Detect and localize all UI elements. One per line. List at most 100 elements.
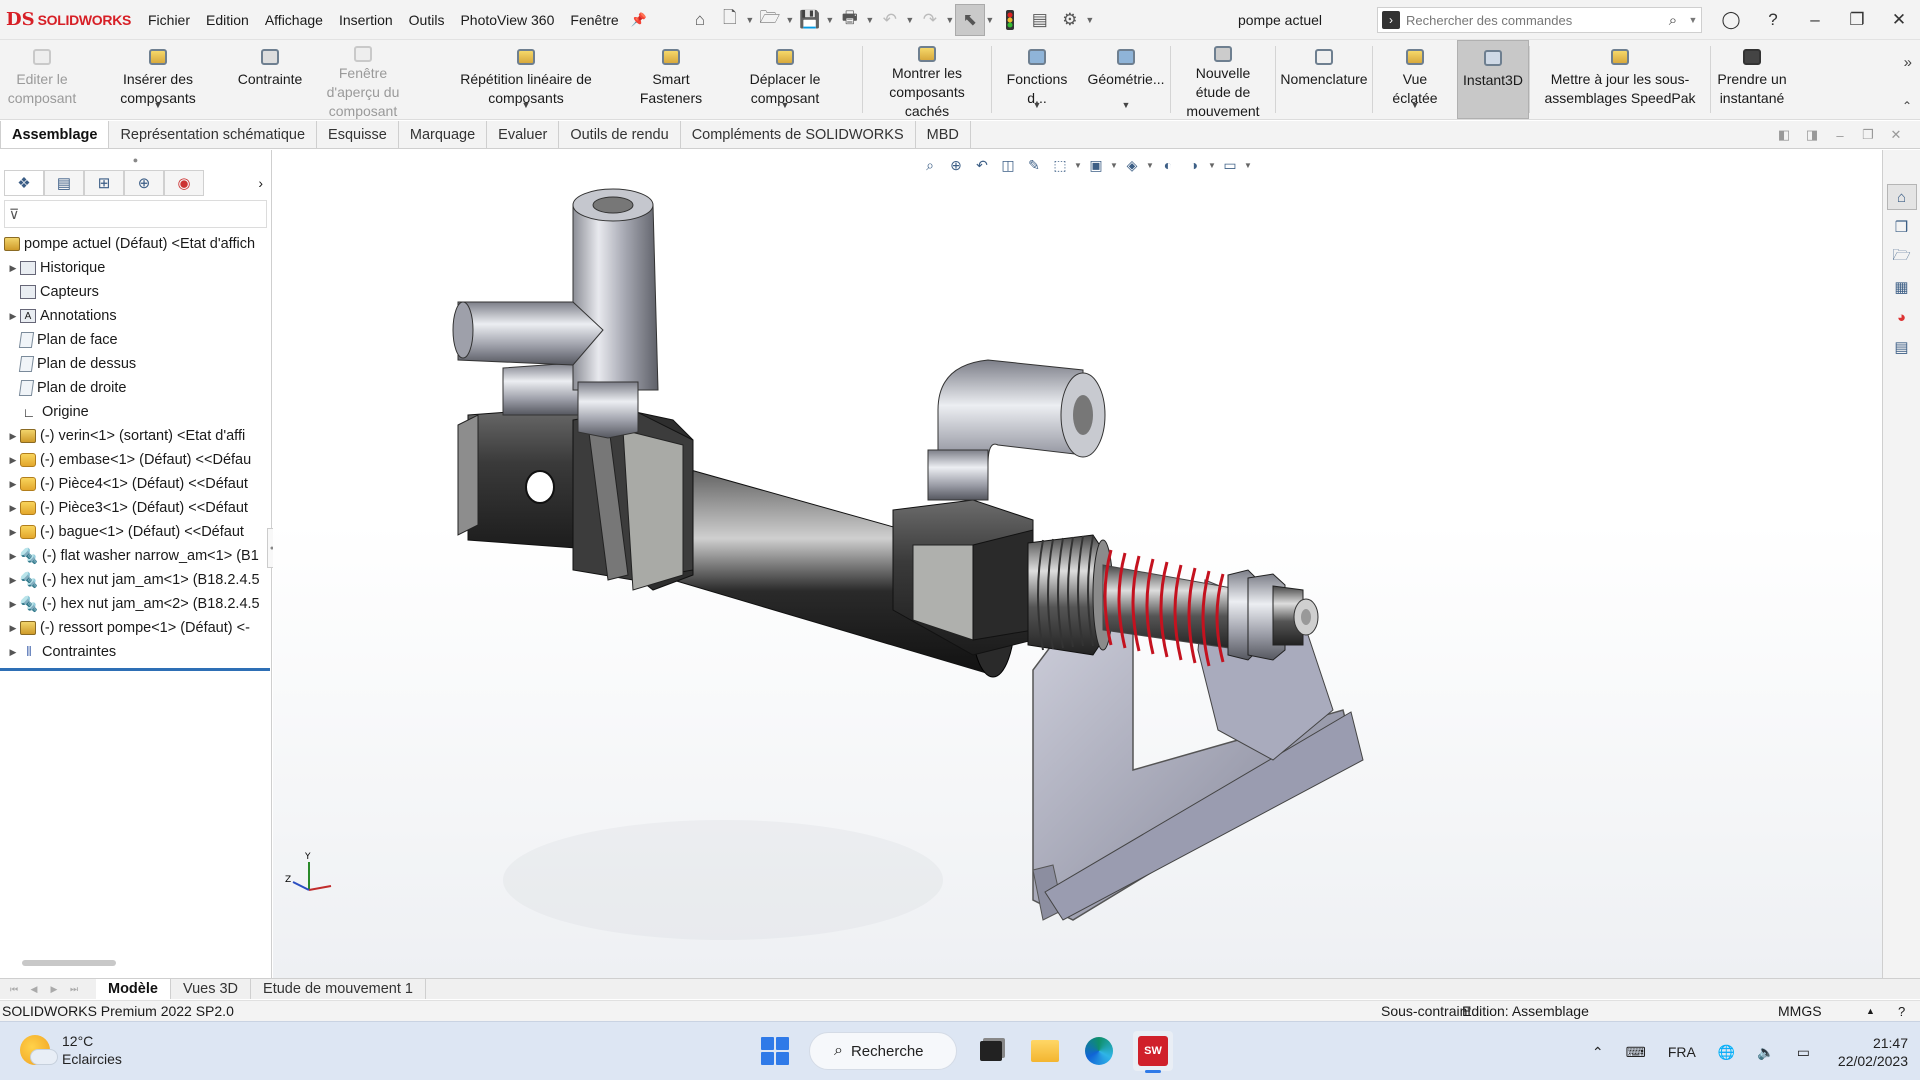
collapse-ribbon-icon[interactable]: ⌃ [1902, 99, 1912, 113]
tab-marquage[interactable]: Marquage [399, 121, 488, 148]
propertymanager-tab-icon[interactable]: ▤ [44, 170, 84, 196]
volume-icon[interactable]: 🔈 [1757, 1044, 1774, 1061]
print-dropdown-icon[interactable]: ▼ [865, 15, 875, 25]
display-style-icon[interactable]: ▣ [1084, 154, 1108, 176]
expand-arrow-icon[interactable]: ▶ [6, 455, 20, 466]
tab-evaluer[interactable]: Evaluer [487, 121, 560, 148]
expand-arrow-icon[interactable]: ▶ [6, 599, 20, 610]
menu-edition[interactable]: Edition [198, 0, 257, 40]
zoom-to-area-icon[interactable]: ⊕ [944, 154, 968, 176]
doc-close-icon[interactable]: ✕ [1882, 127, 1910, 143]
doc-restore-icon[interactable]: ❐ [1854, 127, 1882, 143]
quick-tips-icon[interactable]: ? [1898, 1001, 1905, 1022]
menu-affichage[interactable]: Affichage [257, 0, 331, 40]
features-dropdown-icon[interactable]: ▼ [1033, 96, 1042, 115]
expand-arrow-icon[interactable]: ▶ [6, 503, 20, 514]
tree-item-piece3[interactable]: ▶ (-) Pièce3<1> (Défaut) <<Défaut [0, 496, 271, 520]
linear-pattern-dropdown-icon[interactable]: ▼ [522, 96, 531, 115]
tile-left-icon[interactable]: ◧ [1770, 127, 1798, 143]
expand-arrow-icon[interactable]: ▶ [6, 551, 20, 562]
new-motion-study-button[interactable]: Nouvelle étude de mouvement [1171, 40, 1275, 119]
tree-item-capteurs[interactable]: Capteurs [0, 280, 271, 304]
expand-arrow-icon[interactable]: ▶ [6, 527, 20, 538]
reference-geometry-button[interactable]: Géométrie... ▼ [1082, 40, 1170, 119]
displaymanager-tab-icon[interactable]: ◉ [164, 170, 204, 196]
print-icon[interactable]: 🖶 [835, 4, 865, 36]
section-view-icon[interactable]: ◫ [996, 154, 1020, 176]
design-library-icon[interactable]: ❒ [1887, 214, 1917, 240]
tree-item-historique[interactable]: ▶ Historique [0, 256, 271, 280]
expand-arrow-icon[interactable]: ▶ [6, 575, 20, 586]
push-in-elbow-fitting[interactable] [927, 359, 1106, 501]
tab-complements[interactable]: Compléments de SOLIDWORKS [681, 121, 916, 148]
view-orientation-dropdown-icon[interactable]: ▼ [1074, 161, 1082, 170]
unit-system[interactable]: MMGS [1778, 1001, 1822, 1022]
update-speedpak-button[interactable]: Mettre à jour les sous-assemblages Speed… [1530, 40, 1710, 119]
close-icon[interactable]: ✕ [1878, 10, 1920, 30]
expand-arrow-icon[interactable]: ▶ [6, 431, 20, 442]
left-end-block[interactable] [457, 404, 694, 591]
instant3d-button[interactable]: Instant3D [1457, 40, 1529, 119]
solidworks-resources-home-icon[interactable]: ⌂ [1886, 184, 1917, 210]
dimxpert-tab-icon[interactable]: ⊕ [124, 170, 164, 196]
menu-outils[interactable]: Outils [401, 0, 453, 40]
filter-icon[interactable]: ⊽ [9, 206, 19, 223]
linear-pattern-button[interactable]: Répétition linéaire de composants ▼ [418, 40, 634, 119]
tree-item-embase[interactable]: ▶ (-) embase<1> (Défaut) <<Défau [0, 448, 271, 472]
expand-arrow-icon[interactable]: ▶ [6, 623, 20, 634]
display-style-dropdown-icon[interactable]: ▼ [1110, 161, 1118, 170]
hide-show-dropdown-icon[interactable]: ▼ [1146, 161, 1154, 170]
insert-components-dropdown-icon[interactable]: ▼ [154, 96, 163, 115]
tab-vues-3d[interactable]: Vues 3D [171, 979, 252, 999]
insert-components-button[interactable]: Insérer des composants ▼ [84, 40, 232, 119]
select-pointer-icon[interactable]: ⬉ [954, 3, 985, 36]
pin-menu-icon[interactable]: 📌 [631, 12, 647, 28]
graphics-area[interactable]: ⌕ ⊕ ↶ ◫ ✎ ⬚ ▼ ▣ ▼ ◈ ▼ ◐ ◑ ▼ ▭ ▼ Y Z [273, 150, 1883, 978]
options-dropdown-icon[interactable]: ▼ [1085, 15, 1095, 25]
configurationmanager-tab-icon[interactable]: ⊞ [84, 170, 124, 196]
user-account-icon[interactable]: ◯ [1710, 10, 1752, 30]
open-dropdown-icon[interactable]: ▼ [785, 15, 795, 25]
last-tab-icon[interactable]: ⏭ [64, 984, 84, 995]
tree-item-bague[interactable]: ▶ (-) bague<1> (Défaut) <<Défaut [0, 520, 271, 544]
open-folder-icon[interactable]: 🗁 [755, 4, 785, 36]
apply-scene-dropdown-icon[interactable]: ▼ [1208, 161, 1216, 170]
file-explorer-icon[interactable]: 🗁 [1887, 244, 1917, 270]
doc-minimize-icon[interactable]: – [1826, 128, 1854, 143]
save-dropdown-icon[interactable]: ▼ [825, 15, 835, 25]
input-language[interactable]: FRA [1668, 1044, 1696, 1060]
threaded-bushing[interactable] [1027, 534, 1114, 656]
menu-fenetre[interactable]: Fenêtre [562, 0, 626, 40]
save-icon[interactable]: 💾 [795, 4, 825, 36]
tree-filter[interactable]: ⊽ [4, 200, 267, 228]
horizontal-scrollbar[interactable] [22, 960, 116, 966]
mate-button[interactable]: Contrainte [232, 40, 308, 119]
previous-view-icon[interactable]: ↶ [970, 154, 994, 176]
rollback-bar[interactable] [0, 668, 270, 671]
battery-icon[interactable]: ▭ [1797, 1044, 1810, 1061]
tab-mbd[interactable]: MBD [916, 121, 971, 148]
featuremanager-tab-icon[interactable]: ❖ [4, 170, 44, 196]
unit-menu-arrow-icon[interactable]: ▲ [1866, 1001, 1875, 1022]
task-view-icon[interactable] [971, 1031, 1011, 1071]
file-explorer-icon[interactable] [1025, 1031, 1065, 1071]
panel-collapse-handle-icon[interactable]: ● [0, 150, 271, 170]
hide-show-items-icon[interactable]: ◈ [1120, 154, 1144, 176]
exploded-view-button[interactable]: Vue éclatée ▼ [1373, 40, 1457, 119]
tree-item-ressort[interactable]: ▶ (-) ressort pompe<1> (Défaut) <- [0, 616, 271, 640]
tree-item-verin[interactable]: ▶ (-) verin<1> (sortant) <Etat d'affi [0, 424, 271, 448]
apply-scene-icon[interactable]: ◑ [1182, 154, 1206, 176]
network-icon[interactable]: 🌐 [1718, 1044, 1735, 1061]
select-dropdown-icon[interactable]: ▼ [985, 15, 995, 25]
tree-item-origine[interactable]: ∟ Origine [0, 400, 271, 424]
tree-item-annotations[interactable]: ▶ A Annotations [0, 304, 271, 328]
expand-arrow-icon[interactable]: ▶ [6, 479, 20, 490]
redo-dropdown-icon[interactable]: ▼ [945, 15, 955, 25]
expand-arrow-icon[interactable]: ▶ [6, 647, 20, 658]
solidworks-taskbar-icon[interactable]: SW [1133, 1031, 1173, 1073]
show-hidden-components-button[interactable]: Montrer les composants cachés [863, 40, 991, 119]
search-input[interactable]: Rechercher des commandes [1406, 13, 1661, 28]
reference-geometry-dropdown-icon[interactable]: ▼ [1122, 96, 1131, 115]
move-component-dropdown-icon[interactable]: ▼ [781, 96, 790, 115]
tab-representation-schematique[interactable]: Représentation schématique [109, 121, 318, 148]
